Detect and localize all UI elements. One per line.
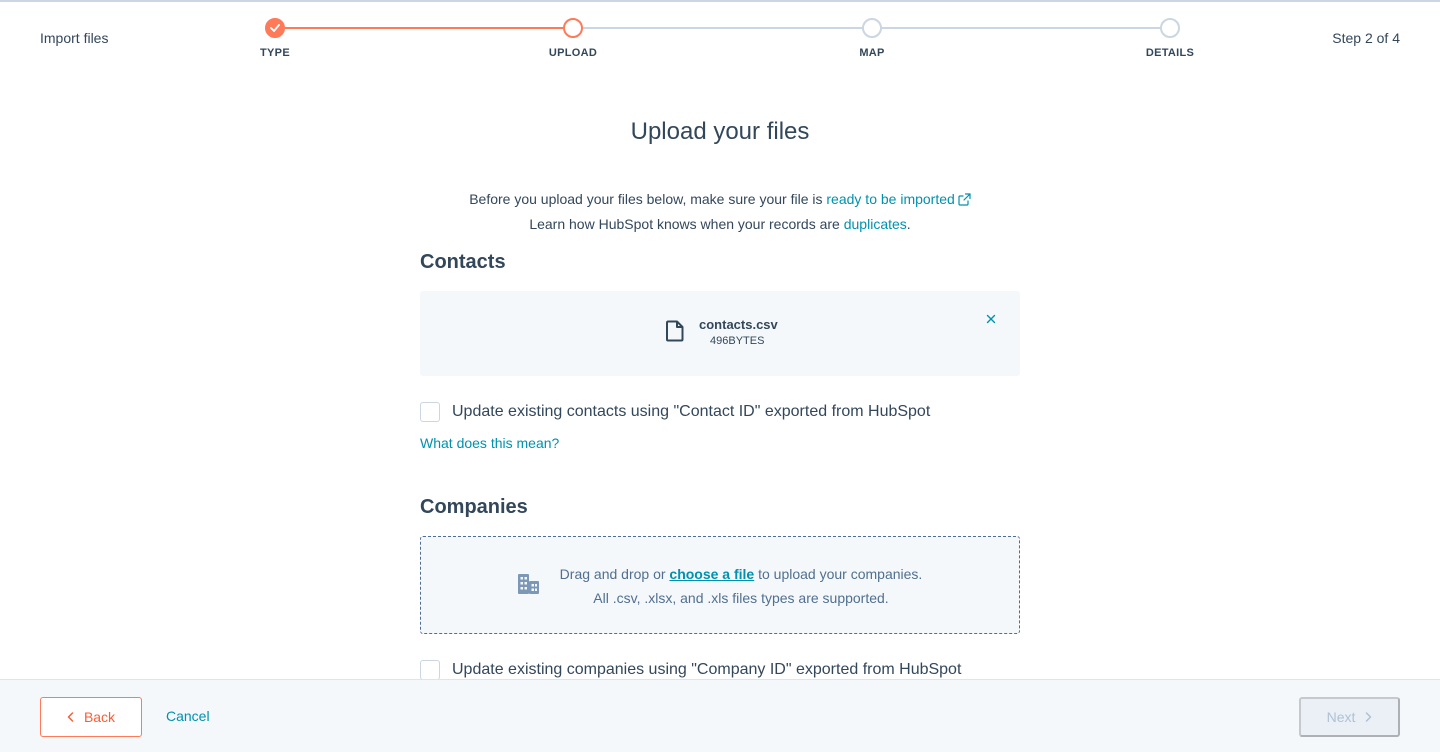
next-button-label: Next [1326, 709, 1356, 725]
external-link-icon[interactable] [958, 193, 971, 206]
back-button-label: Back [83, 709, 116, 725]
step-dot-upcoming [862, 18, 882, 38]
intro-line-1-text: Before you upload your files below, make… [469, 191, 827, 207]
intro-line-1: Before you upload your files below, make… [0, 187, 1440, 212]
cancel-button[interactable]: Cancel [166, 708, 210, 724]
step-label: UPLOAD [548, 47, 598, 59]
intro-line-2-text: Learn how HubSpot knows when your record… [529, 216, 844, 232]
intro-line-2-suffix: . [906, 216, 911, 232]
choose-file-link[interactable]: choose a file [669, 566, 754, 582]
update-contacts-label[interactable]: Update existing contacts using "Contact … [452, 403, 930, 421]
step-type: TYPE [215, 18, 335, 59]
companies-section-title: Companies [420, 496, 528, 518]
dropzone-line-1: Drag and drop or choose a file to upload… [551, 562, 931, 586]
dropzone-suffix: to upload your companies. [754, 566, 923, 582]
step-dot-active [563, 18, 583, 38]
back-button[interactable]: Back [40, 697, 142, 737]
check-icon [270, 24, 280, 32]
contacts-section: Contacts [420, 251, 1020, 274]
step-dot-upcoming [1160, 18, 1180, 38]
step-dot-completed [265, 18, 285, 38]
chevron-left-icon [67, 712, 74, 722]
step-label: DETAILS [1145, 47, 1195, 59]
uploaded-file-card: contacts.csv 496BYTES [420, 291, 1020, 376]
update-contacts-checkbox[interactable] [420, 402, 440, 422]
page-title: Upload your files [630, 118, 810, 145]
chevron-right-icon [1366, 712, 1372, 722]
ready-to-import-link[interactable]: ready to be imported [826, 191, 954, 207]
update-companies-checkbox[interactable] [420, 660, 440, 680]
update-companies-option[interactable]: Update existing companies using "Company… [420, 660, 961, 680]
dropzone-prefix: Drag and drop or [559, 566, 670, 582]
intro-text: Before you upload your files below, make… [0, 187, 1440, 237]
building-icon [518, 574, 539, 594]
what-does-this-mean-link[interactable]: What does this mean? [420, 435, 559, 451]
step-label: MAP [859, 47, 885, 59]
duplicates-link[interactable]: duplicates [844, 216, 907, 232]
update-contacts-option[interactable]: Update existing contacts using "Contact … [420, 402, 930, 422]
intro-line-2: Learn how HubSpot knows when your record… [0, 212, 1440, 237]
dropzone-text: Drag and drop or choose a file to upload… [551, 562, 931, 610]
companies-dropzone[interactable]: Drag and drop or choose a file to upload… [420, 536, 1020, 634]
companies-section: Companies [420, 496, 1020, 519]
file-name: contacts.csv [699, 317, 778, 332]
update-companies-label[interactable]: Update existing companies using "Company… [452, 661, 961, 679]
step-details: DETAILS [1110, 18, 1230, 59]
file-size: 496BYTES [710, 335, 765, 347]
step-map: MAP [812, 18, 932, 59]
dropzone-formats: All .csv, .xlsx, and .xls files types ar… [593, 590, 889, 606]
step-upload: UPLOAD [513, 18, 633, 59]
footer-bar: Back Cancel Next [0, 679, 1440, 752]
file-icon [666, 320, 684, 342]
close-icon[interactable] [985, 313, 997, 325]
contacts-section-title: Contacts [420, 251, 506, 273]
progress-stepper: TYPE UPLOAD MAP DETAILS [0, 0, 1440, 70]
next-button[interactable]: Next [1299, 697, 1400, 737]
step-label: TYPE [260, 47, 290, 59]
